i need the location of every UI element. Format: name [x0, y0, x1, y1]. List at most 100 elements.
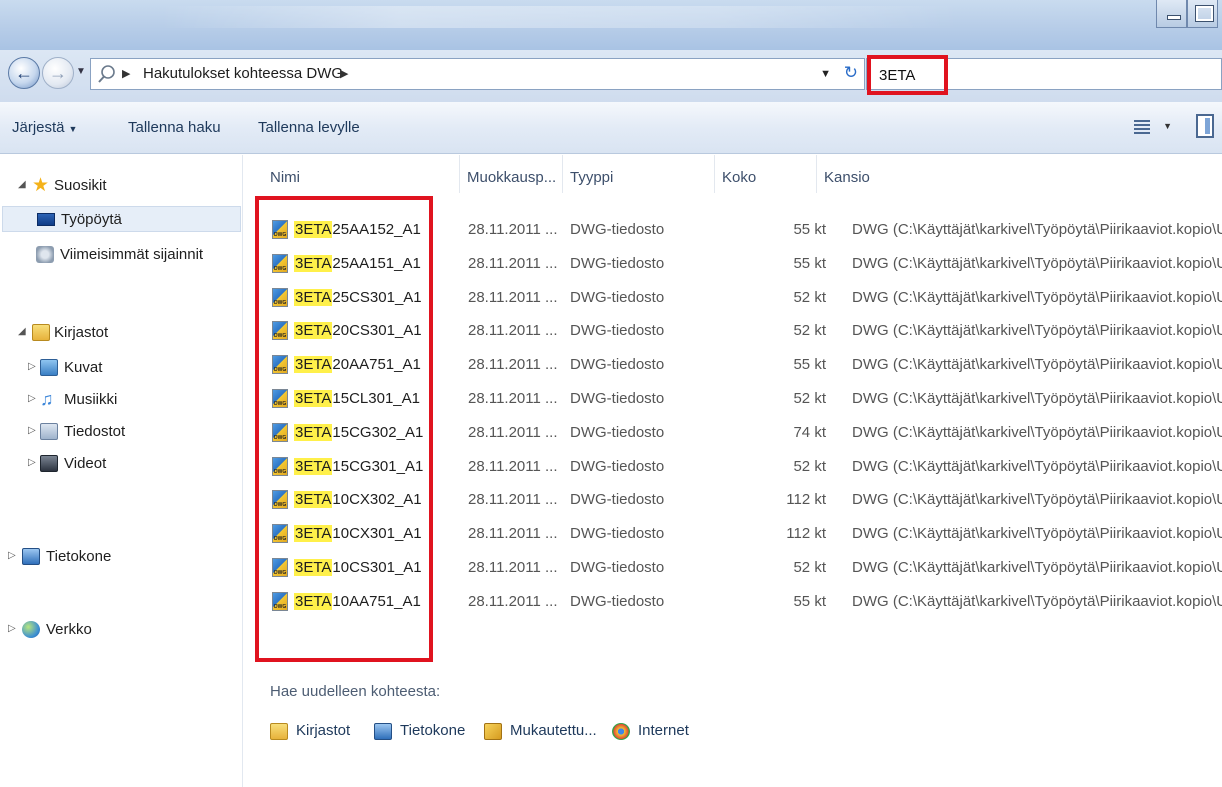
collapsed-triangle-icon[interactable]: ▷ — [28, 361, 36, 372]
star-icon: ★ — [32, 175, 50, 196]
address-row: ← → ▼ ▶ Hakutulokset kohteessa DWG ▶ ▼ ↻ — [0, 50, 1222, 102]
recent-places-icon — [36, 246, 54, 263]
view-options-chevron-icon[interactable]: ▼ — [1163, 121, 1172, 131]
nav-favorites[interactable]: ◢ ★ Suosikit — [8, 173, 208, 199]
organize-menu-button[interactable]: Järjestä ▼ — [12, 119, 77, 136]
recent-pages-chevron-icon[interactable]: ▼ — [76, 66, 86, 77]
preview-pane-button[interactable] — [1196, 114, 1214, 138]
file-size: 55 kt — [793, 592, 826, 610]
nav-favorites-label: Suosikit — [54, 177, 107, 194]
command-bar: Järjestä ▼ Tallenna haku Tallenna levylle… — [0, 102, 1222, 154]
view-details-icon[interactable] — [1134, 118, 1150, 134]
file-modified: 28.11.2011 ... — [468, 457, 558, 475]
title-glass — [160, 6, 960, 28]
music-icon: ♫ — [40, 389, 54, 409]
file-modified: 28.11.2011 ... — [468, 288, 558, 306]
nav-pictures[interactable]: ▷ Kuvat — [8, 355, 208, 381]
refresh-icon[interactable]: ↻ — [844, 63, 858, 83]
address-history-chevron-icon[interactable]: ▼ — [820, 68, 831, 80]
column-divider[interactable] — [816, 155, 817, 193]
nav-pictures-label: Kuvat — [64, 359, 103, 376]
collapsed-triangle-icon[interactable]: ▷ — [28, 393, 36, 404]
breadcrumb-separator-icon[interactable]: ▶ — [122, 67, 130, 80]
nav-desktop[interactable]: Työpöytä — [2, 206, 241, 232]
file-modified: 28.11.2011 ... — [468, 525, 558, 543]
breadcrumb-search-results[interactable]: Hakutulokset kohteessa DWG — [143, 65, 343, 82]
collapsed-triangle-icon[interactable]: ▷ — [8, 623, 16, 634]
address-bar[interactable]: ▶ Hakutulokset kohteessa DWG ▶ ▼ ↻ — [90, 58, 865, 90]
file-folder: DWG (C:\Käyttäjät\karkivel\Työpöytä\Piir… — [852, 288, 1222, 306]
file-type: DWG-tiedosto — [570, 559, 665, 576]
file-size: 52 kt — [793, 457, 826, 475]
documents-icon — [40, 423, 58, 440]
file-folder: DWG (C:\Käyttäjät\karkivel\Työpöytä\Piir… — [852, 457, 1222, 475]
file-size: 55 kt — [793, 254, 826, 272]
file-modified: 28.11.2011 ... — [468, 221, 558, 238]
column-header-size[interactable]: Koko — [722, 155, 756, 205]
column-divider[interactable] — [714, 155, 715, 193]
file-type: DWG-tiedosto — [570, 592, 665, 610]
minimize-button[interactable] — [1156, 0, 1187, 28]
libraries-icon — [32, 324, 50, 341]
file-folder: DWG (C:\Käyttäjät\karkivel\Työpöytä\Piir… — [852, 322, 1222, 340]
expand-triangle-icon[interactable]: ◢ — [18, 179, 26, 190]
nav-recent-places[interactable]: Viimeisimmät sijainnit — [8, 242, 238, 268]
collapsed-triangle-icon[interactable]: ▷ — [28, 457, 36, 468]
search-again-libraries-label: Kirjastot — [296, 722, 351, 739]
column-divider[interactable] — [459, 155, 460, 193]
file-type: DWG-tiedosto — [570, 221, 665, 238]
file-modified: 28.11.2011 ... — [468, 423, 558, 441]
column-header-modified[interactable]: Muokkausp... — [467, 155, 556, 205]
forward-button[interactable]: → — [42, 57, 74, 89]
nav-computer[interactable]: ▷ Tietokone — [8, 544, 208, 570]
save-search-button[interactable]: Tallenna haku — [128, 119, 221, 136]
search-again-computer-label: Tietokone — [400, 722, 466, 739]
internet-icon — [612, 723, 630, 740]
breadcrumb-separator-icon[interactable]: ▶ — [340, 67, 348, 80]
pictures-icon — [40, 359, 58, 376]
nav-libraries[interactable]: ◢ Kirjastot — [8, 320, 208, 346]
file-type: DWG-tiedosto — [570, 423, 665, 441]
file-size: 52 kt — [793, 390, 826, 407]
annotation-highlight-search — [867, 55, 948, 95]
window-controls — [1156, 0, 1218, 28]
file-modified: 28.11.2011 ... — [468, 390, 558, 407]
burn-to-disc-button[interactable]: Tallenna levylle — [258, 119, 360, 136]
file-modified: 28.11.2011 ... — [468, 356, 558, 374]
nav-network[interactable]: ▷ Verkko — [8, 617, 208, 643]
nav-videos[interactable]: ▷ Videot — [8, 451, 208, 477]
file-type: DWG-tiedosto — [570, 288, 665, 306]
organize-label: Järjestä — [12, 119, 65, 136]
file-type: DWG-tiedosto — [570, 525, 665, 543]
nav-music[interactable]: ▷ ♫ Musiikki — [8, 387, 208, 413]
expand-triangle-icon[interactable]: ◢ — [18, 326, 26, 337]
file-folder: DWG (C:\Käyttäjät\karkivel\Työpöytä\Piir… — [852, 559, 1222, 576]
back-button[interactable]: ← — [8, 57, 40, 89]
annotation-highlight-names — [255, 196, 433, 662]
nav-documents[interactable]: ▷ Tiedostot — [8, 419, 208, 445]
column-header-type[interactable]: Tyyppi — [570, 155, 613, 205]
column-header-folder[interactable]: Kansio — [824, 155, 870, 205]
network-icon — [22, 621, 40, 638]
file-modified: 28.11.2011 ... — [468, 592, 558, 610]
custom-folder-icon — [484, 723, 502, 740]
file-size: 55 kt — [793, 221, 826, 238]
file-size: 52 kt — [793, 288, 826, 306]
nav-libraries-label: Kirjastot — [54, 324, 109, 341]
file-folder: DWG (C:\Käyttäjät\karkivel\Työpöytä\Piir… — [852, 356, 1222, 374]
file-folder: DWG (C:\Käyttäjät\karkivel\Työpöytä\Piir… — [852, 592, 1222, 610]
file-size: 112 kt — [786, 525, 826, 543]
file-size: 52 kt — [793, 322, 826, 340]
file-type: DWG-tiedosto — [570, 322, 665, 340]
arrow-left-icon: ← — [15, 63, 33, 83]
file-type: DWG-tiedosto — [570, 390, 665, 407]
collapsed-triangle-icon[interactable]: ▷ — [28, 425, 36, 436]
file-modified: 28.11.2011 ... — [468, 491, 558, 509]
collapsed-triangle-icon[interactable]: ▷ — [8, 550, 16, 561]
file-size: 52 kt — [793, 559, 826, 576]
file-modified: 28.11.2011 ... — [468, 254, 558, 272]
file-folder: DWG (C:\Käyttäjät\karkivel\Työpöytä\Piir… — [852, 423, 1222, 441]
file-modified: 28.11.2011 ... — [468, 322, 558, 340]
maximize-button[interactable] — [1187, 0, 1218, 28]
column-divider[interactable] — [562, 155, 563, 193]
